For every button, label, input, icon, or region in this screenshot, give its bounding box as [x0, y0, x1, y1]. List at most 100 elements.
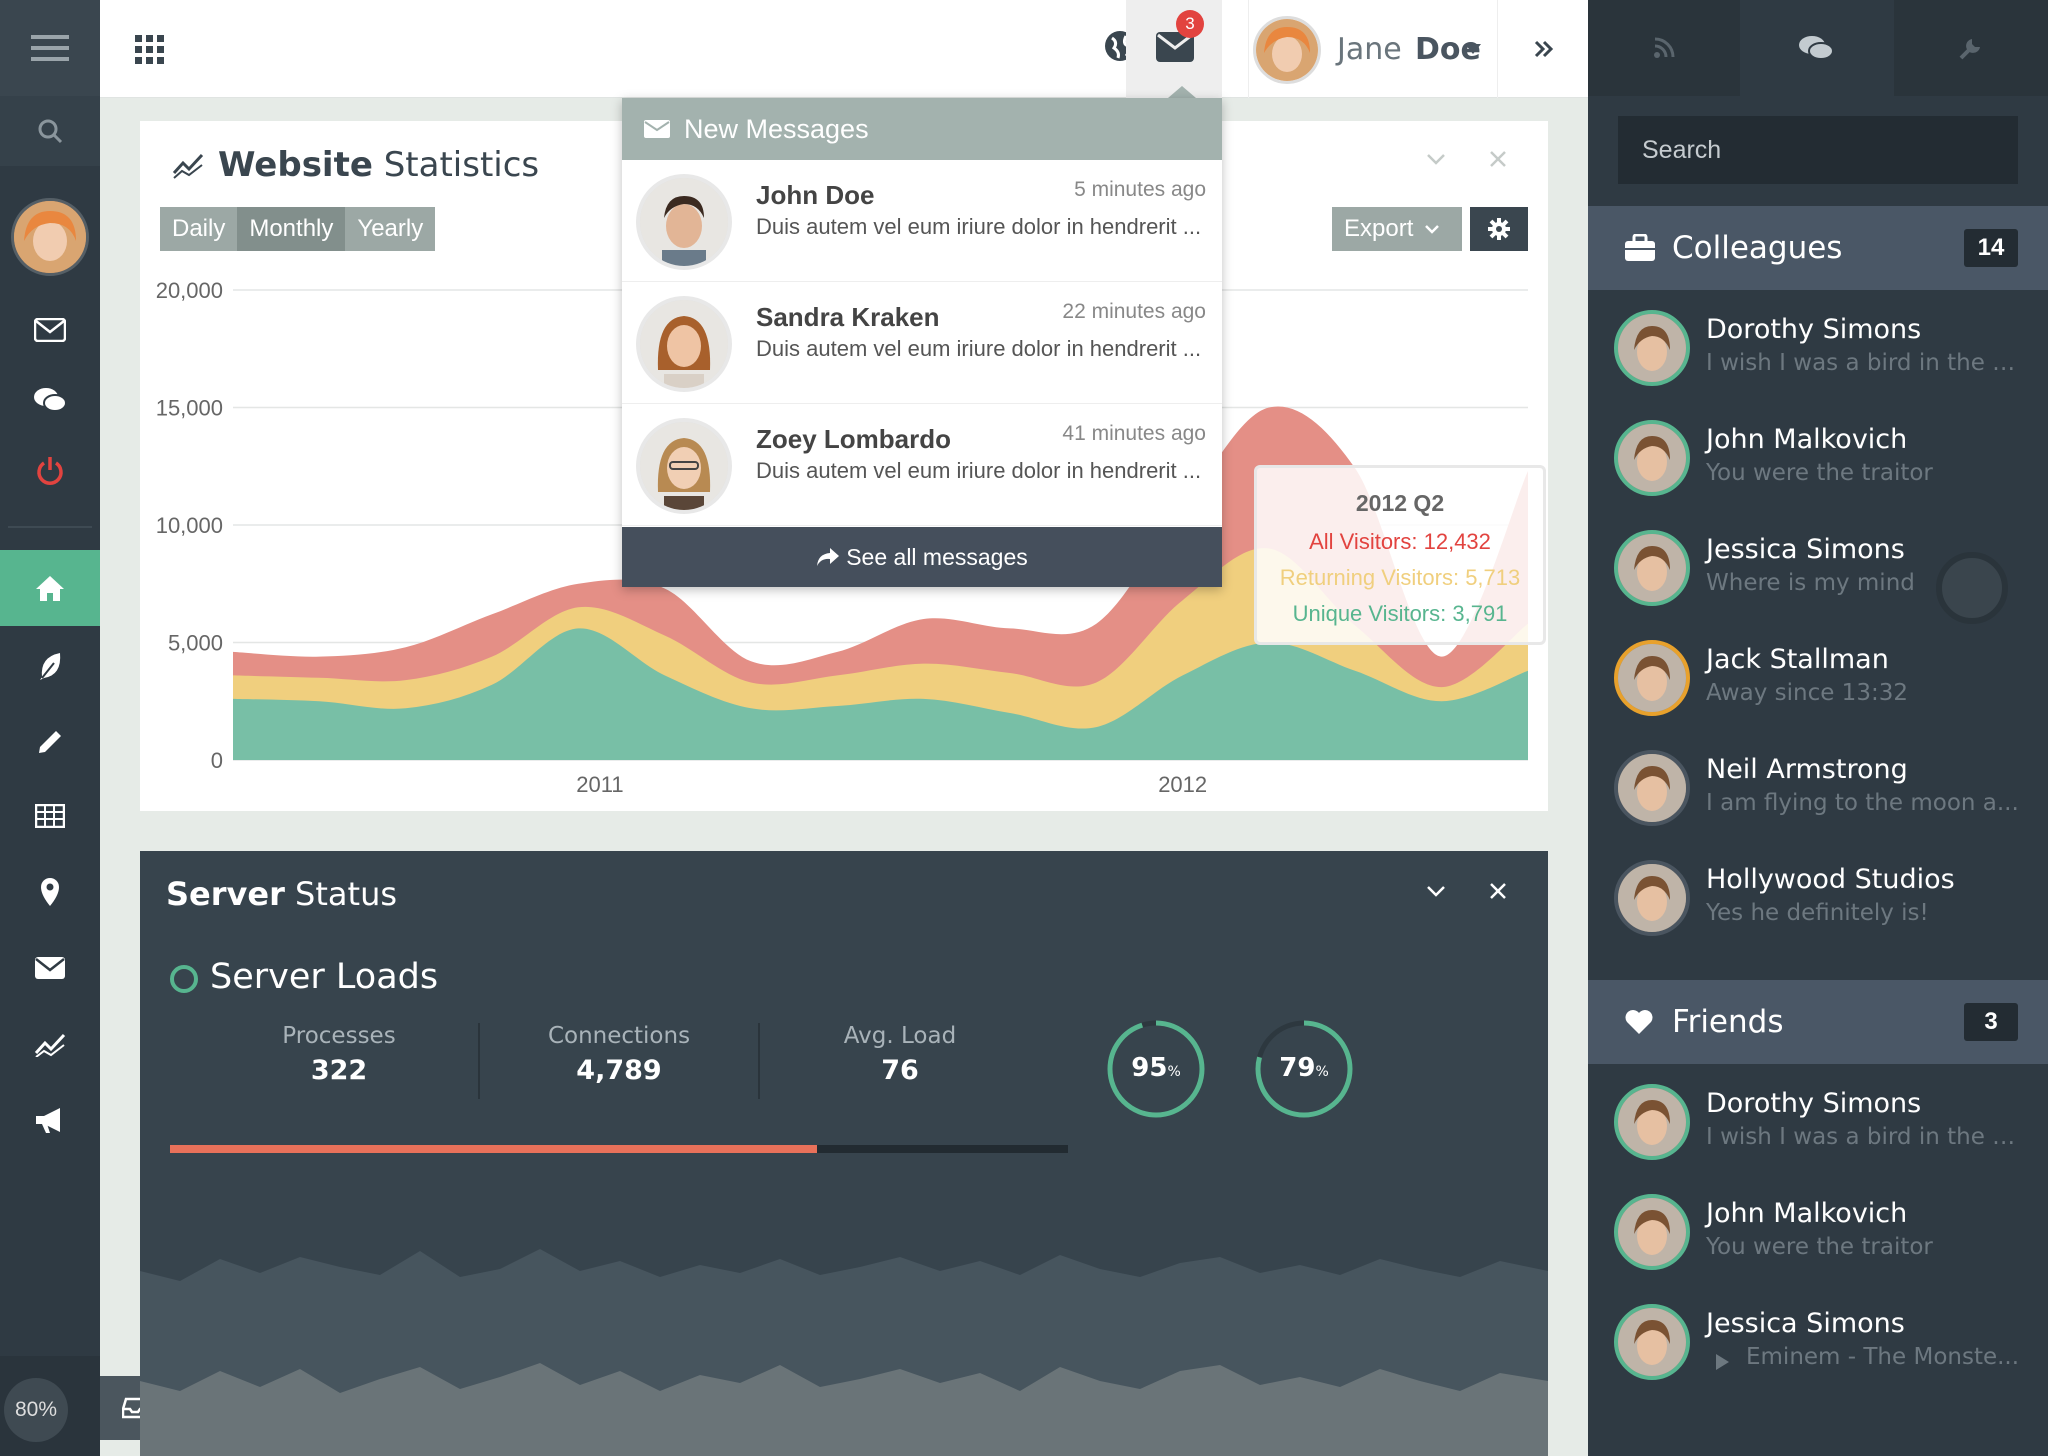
sidebar-item-charts[interactable]: [0, 1014, 100, 1074]
y-tick-label: 5,000: [168, 631, 223, 656]
message-item[interactable]: Zoey Lombardo 41 minutes ago Duis autem …: [622, 404, 1222, 526]
chart-tooltip: 2012 Q2 All Visitors: 12,432 Returning V…: [1254, 465, 1546, 645]
avatar: [1614, 530, 1690, 606]
chart-line-icon: [34, 1033, 66, 1057]
zoom-level[interactable]: 80%: [4, 1378, 68, 1442]
y-tick-label: 0: [211, 748, 223, 773]
toggle-right-sidebar[interactable]: [1500, 0, 1588, 98]
tab-chat[interactable]: [1740, 0, 1892, 96]
y-tick-label: 20,000: [156, 278, 223, 303]
message-sender: John Doe: [756, 180, 875, 210]
briefcase-icon: [1625, 234, 1655, 261]
range-toggle: Daily Monthly Yearly: [160, 207, 436, 251]
search-icon: [38, 119, 63, 144]
search-input[interactable]: Search: [1618, 116, 2018, 184]
section-title: Server Loads: [210, 957, 439, 997]
collapse-icon[interactable]: [1426, 885, 1446, 899]
sidebar-item-mailbox[interactable]: [0, 938, 100, 998]
feather-icon: [40, 653, 61, 680]
menu-toggle[interactable]: [0, 0, 100, 96]
tab-settings[interactable]: [1894, 0, 2048, 96]
contact-status: Away since 13:32: [1706, 680, 1908, 706]
close-icon[interactable]: [1490, 883, 1506, 899]
gear-icon: [1488, 218, 1510, 240]
contact-item[interactable]: Jessica Simons Eminem - The Monste...: [1588, 1290, 2048, 1400]
avatar: [1614, 1084, 1690, 1160]
contact-status: I wish I was a bird in the sky: [1706, 350, 2026, 376]
see-all-label: See all messages: [846, 543, 1028, 570]
sidebar-logout[interactable]: [0, 440, 100, 500]
contact-item[interactable]: Jack Stallman Away since 13:32: [1588, 626, 2048, 736]
metric-label: Processes: [282, 1023, 396, 1049]
table-icon: [35, 804, 65, 828]
sidebar-item-tables[interactable]: [0, 786, 100, 846]
message-time: 22 minutes ago: [1062, 300, 1206, 323]
export-button[interactable]: Export: [1332, 207, 1462, 251]
wrench-icon: [1959, 39, 1980, 60]
message-time: 5 minutes ago: [1074, 178, 1206, 201]
panel-title: Website Statistics: [218, 145, 539, 185]
sidebar-item-feather[interactable]: [0, 636, 100, 696]
sidebar-item-maps[interactable]: [0, 862, 100, 922]
contact-item[interactable]: John Malkovich You were the traitor: [1588, 1180, 2048, 1290]
settings-button[interactable]: [1470, 207, 1528, 251]
contact-item[interactable]: Hollywood Studios Yes he definitely is!: [1588, 846, 2048, 956]
contact-item[interactable]: John Malkovich You were the traitor: [1588, 406, 2048, 516]
message-badge: 3: [1176, 10, 1204, 38]
tooltip-unique: Unique Visitors: 3,791: [1292, 601, 1508, 626]
heart-icon: [1625, 1010, 1653, 1034]
sidebar-mail[interactable]: [0, 300, 100, 360]
contact-name: Dorothy Simons: [1706, 1088, 1922, 1119]
share-icon: [817, 548, 840, 566]
contact-item[interactable]: Neil Armstrong I am flying to the moon a.…: [1588, 736, 2048, 846]
message-item[interactable]: John Doe 5 minutes ago Duis autem vel eu…: [622, 160, 1222, 282]
sidebar-item-home[interactable]: [0, 550, 100, 626]
tab-feeds[interactable]: [1588, 0, 1740, 96]
floating-handle[interactable]: [1936, 552, 2008, 624]
title-rest: Status: [284, 875, 398, 913]
close-icon[interactable]: [1490, 151, 1506, 167]
gauge-number: 79: [1279, 1053, 1316, 1083]
metric-connections: Connections 4,789: [480, 1023, 760, 1099]
messages-button[interactable]: 3: [1126, 0, 1222, 98]
contact-status: You were the traitor: [1706, 1234, 1933, 1260]
metric-processes: Processes 322: [200, 1023, 480, 1099]
play-icon: [1716, 1354, 1729, 1370]
messages-dropdown: New Messages John Doe 5 minutes ago Duis…: [622, 98, 1222, 587]
metric-value: 322: [310, 1055, 368, 1086]
contact-item[interactable]: Dorothy Simons I wish I was a bird in the…: [1588, 1070, 2048, 1180]
message-sender: Sandra Kraken: [756, 302, 940, 332]
sidebar-chat[interactable]: [0, 370, 100, 430]
range-yearly[interactable]: Yearly: [345, 207, 436, 251]
message-preview: Duis autem vel eum iriure dolor in hendr…: [756, 336, 1202, 361]
avatar: [1614, 640, 1690, 716]
avatar[interactable]: [11, 198, 89, 276]
see-all-messages-button[interactable]: See all messages: [622, 527, 1222, 587]
colleagues-header[interactable]: Colleagues 14: [1588, 206, 2048, 290]
friends-header[interactable]: Friends 3: [1588, 980, 2048, 1064]
collapse-icon[interactable]: [1426, 153, 1446, 167]
contact-item[interactable]: Dorothy Simons I wish I was a bird in the…: [1588, 296, 2048, 406]
sidebar-search[interactable]: [0, 96, 100, 166]
colleagues-count: 14: [1964, 229, 2018, 267]
title-rest: Statistics: [372, 145, 540, 185]
load-progress-bar: [170, 1145, 1068, 1153]
range-daily[interactable]: Daily: [160, 207, 238, 251]
title-bold: Website: [218, 145, 373, 185]
range-monthly[interactable]: Monthly: [237, 207, 346, 251]
power-icon: [37, 457, 63, 485]
apps-button[interactable]: [135, 35, 165, 65]
sidebar-item-announcements[interactable]: [0, 1090, 100, 1150]
user-first-name: Jane: [1337, 32, 1402, 67]
avatar: [1253, 16, 1321, 84]
user-menu[interactable]: Jane Doe: [1248, 0, 1498, 98]
message-preview: Duis autem vel eum iriure dolor in hendr…: [756, 458, 1202, 483]
colleagues-title: Colleagues: [1672, 230, 1843, 266]
export-label: Export: [1344, 215, 1414, 242]
grid-icon: [135, 35, 164, 64]
tooltip-title: 2012 Q2: [1355, 490, 1445, 516]
message-item[interactable]: Sandra Kraken 22 minutes ago Duis autem …: [622, 282, 1222, 404]
sidebar-item-edit[interactable]: [0, 712, 100, 772]
tooltip-all: All Visitors: 12,432: [1309, 529, 1491, 554]
friends-title: Friends: [1672, 1004, 1784, 1040]
